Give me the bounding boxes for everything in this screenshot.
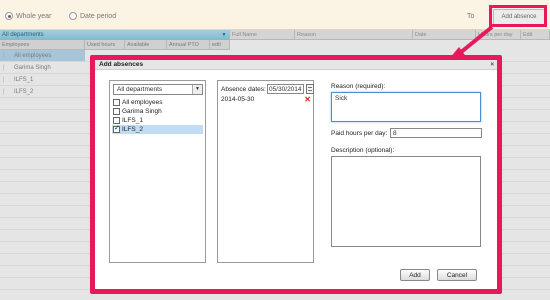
description-label: Description (optional): [331,147,395,154]
checkbox[interactable] [113,117,120,124]
radio-whole-year-label: Whole year [16,12,52,20]
add-button[interactable]: Add [400,269,430,281]
radio-date-period-label: Date period [80,12,117,20]
department-item-garima-singh[interactable]: Garima Singh [112,107,203,116]
radio-date-period[interactable]: Date period [69,12,116,20]
department-panel: All departments ▼ All employees Garima S… [109,80,206,263]
department-item-all-employees[interactable]: All employees [112,98,203,107]
chevron-down-icon: ▼ [192,85,202,94]
reason-label: Reason (required): [331,83,386,90]
department-select-value: All departments [117,86,163,93]
description-textarea[interactable] [331,156,481,247]
dialog-title: Add absences [99,61,144,68]
absence-date-input[interactable]: 05/30/2014 [267,84,304,94]
calendar-icon[interactable] [306,84,314,94]
checkbox-checked[interactable] [113,125,120,133]
department-item-ilfs-2[interactable]: ILFS_2 [112,125,203,134]
close-icon[interactable]: × [490,60,494,70]
add-absences-dialog: Add absences × All departments ▼ All emp… [95,60,497,289]
absence-dates-label: Absence dates: [221,86,266,93]
period-toolbar: Whole year Date period To Add absence [0,0,550,30]
to-label: To [467,13,475,20]
reason-input[interactable]: Sick [331,92,481,122]
highlight-box [489,5,547,27]
department-list: All employees Garima Singh ILFS_1 ILFS_2 [112,98,203,134]
radio-date-period-dot [69,12,77,20]
paid-hours-input[interactable]: 8 [390,128,482,138]
paid-hours-label: Paid hours per day: [331,130,388,137]
list-item[interactable]: 2014-05-30 ✕ [221,95,313,104]
radio-whole-year[interactable]: Whole year [5,12,51,20]
cancel-button[interactable]: Cancel [437,269,477,281]
delete-icon[interactable]: ✕ [304,95,311,104]
department-select[interactable]: All departments ▼ [113,84,203,95]
dialog-title-bar: Add absences × [95,60,497,70]
checkbox[interactable] [113,108,120,115]
absence-dates-panel: Absence dates: 05/30/2014 2014-05-30 ✕ [217,80,314,263]
checkbox[interactable] [113,99,120,106]
department-item-ilfs-1[interactable]: ILFS_1 [112,116,203,125]
radio-whole-year-dot [5,12,13,20]
